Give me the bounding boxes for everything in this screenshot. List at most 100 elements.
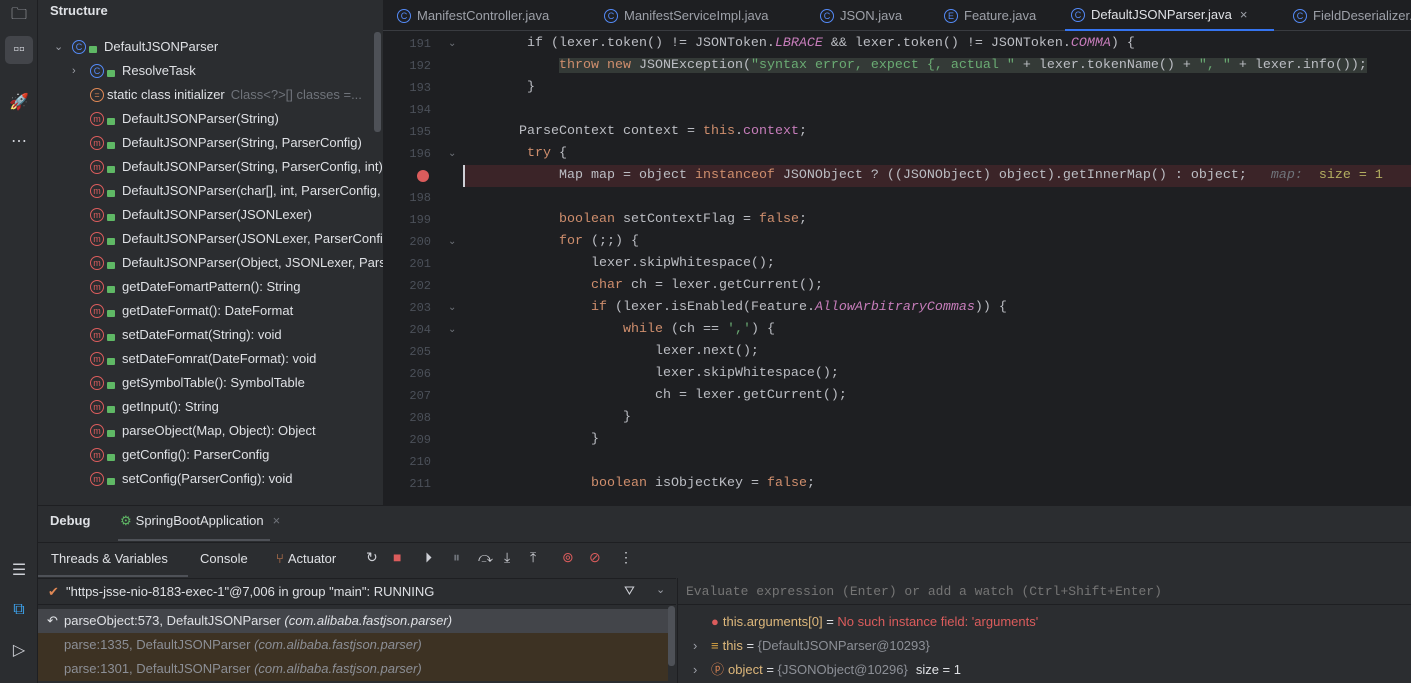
code-token: map: (1246, 168, 1303, 183)
fold-icon[interactable]: ⌄ (448, 297, 456, 319)
step-into-icon[interactable]: ⤓ (504, 549, 510, 566)
tab-console[interactable]: Console (200, 551, 248, 566)
tab-actuator[interactable]: ⑂ Actuator (276, 551, 336, 566)
stack-frame[interactable]: parse:1301, DefaultJSONParser (com.aliba… (38, 657, 668, 681)
code-with-me-icon[interactable]: ⧉ (5, 596, 33, 624)
tree-item[interactable]: m DefaultJSONParser(char[], int, ParserCo… (90, 179, 383, 203)
thread-selector[interactable]: ✔ "https-jsse-nio-8183-exec-1"@7,006 in … (38, 578, 676, 605)
fold-icon[interactable]: ⌄ (448, 319, 456, 341)
fold-icon[interactable]: ⌄ (448, 231, 456, 253)
tree-item[interactable]: m getConfig(): ParserConfig (90, 443, 269, 467)
code-editor[interactable]: if (lexer.token() != JSONToken.LBRACE &&… (463, 32, 1411, 505)
chevron-right-icon[interactable]: › (693, 658, 711, 682)
chevron-right-icon[interactable]: › (693, 634, 711, 658)
tree-item[interactable]: m DefaultJSONParser(String, ParserConfig,… (90, 155, 383, 179)
evaluate-expression-input[interactable] (678, 578, 1411, 605)
code-token: COMMA (1070, 36, 1111, 51)
structure-icon[interactable]: ▫▫ (5, 36, 33, 64)
fold-icon[interactable]: ⌄ (448, 143, 456, 165)
resume-icon[interactable]: ⏵ (425, 549, 432, 566)
tab-json-java[interactable]: C JSON.java (820, 0, 902, 31)
line-number[interactable]: 198 (383, 187, 431, 209)
tab-manifestcontroller-java[interactable]: C ManifestController.java (397, 0, 549, 31)
tab-feature-java[interactable]: E Feature.java (944, 0, 1036, 31)
tree-item[interactable]: m getDateFormat(): DateFormat (90, 299, 293, 323)
tab-fielddeserializer-java[interactable]: C FieldDeserializer.java (1293, 0, 1411, 31)
error-icon: ● (711, 614, 719, 629)
line-number[interactable]: 194 (383, 99, 431, 121)
more-icon[interactable]: ⋮ (619, 549, 633, 566)
line-number[interactable]: 192 (383, 55, 431, 77)
line-number[interactable]: 207 (383, 385, 431, 407)
line-number[interactable]: 191 (383, 33, 431, 55)
stop-icon[interactable]: ■ (393, 549, 401, 565)
more-icon[interactable]: ⋯ (5, 127, 33, 155)
step-out-icon[interactable]: ⤒ (530, 549, 536, 566)
filter-icon[interactable]: ⛛ (624, 583, 635, 599)
fold-icon[interactable]: ⌄ (448, 33, 456, 55)
list-icon[interactable]: ☰ (5, 556, 33, 584)
scrollbar[interactable] (374, 32, 381, 132)
jrebel-icon[interactable]: 🚀 (5, 88, 33, 116)
step-over-icon[interactable]: ⤼ (478, 549, 493, 566)
tree-item[interactable]: › C ResolveTask (72, 59, 196, 83)
breakpoint-icon[interactable] (417, 170, 429, 182)
line-number[interactable]: 201 (383, 253, 431, 275)
line-number[interactable]: 211 (383, 473, 431, 495)
line-number[interactable]: 205 (383, 341, 431, 363)
chevron-right-icon[interactable]: › (72, 59, 90, 83)
pause-icon[interactable]: ⏸ (453, 549, 460, 566)
mute-breakpoints-icon[interactable]: ⊘ (589, 549, 601, 566)
folder-icon[interactable]: 🗀 (5, 2, 33, 30)
rerun-icon[interactable]: ↻ (366, 549, 378, 566)
tree-item[interactable]: m getDateFomartPattern(): String (90, 275, 300, 299)
line-number[interactable]: 206 (383, 363, 431, 385)
stack-frame[interactable]: ↶ parseObject:573, DefaultJSONParser (com… (38, 609, 668, 633)
stack-frame[interactable]: parse:1335, DefaultJSONParser (com.aliba… (38, 633, 668, 657)
tree-item[interactable]: m setDateFormat(String): void (90, 323, 282, 347)
line-number[interactable]: 203 (383, 297, 431, 319)
tree-item[interactable]: m getSymbolTable(): SymbolTable (90, 371, 305, 395)
variable-row[interactable]: › ≡ this = {DefaultJSONParser@10293} (693, 634, 930, 658)
variable-row[interactable]: ● this.arguments[0] = No such instance fi… (711, 610, 1038, 634)
tree-item[interactable]: m DefaultJSONParser(Object, JSONLexer, Pa… (90, 251, 383, 275)
line-number[interactable]: 200 (383, 231, 431, 253)
session-tab[interactable]: ⚙ SpringBootApplication × (120, 513, 280, 529)
tree-item[interactable]: m parseObject(Map, Object): Object (90, 419, 316, 443)
chevron-down-icon[interactable]: ⌄ (656, 583, 665, 596)
close-icon[interactable]: × (1240, 3, 1248, 27)
line-number[interactable]: 204 (383, 319, 431, 341)
tree-item[interactable]: m setDateFomrat(DateFormat): void (90, 347, 316, 371)
run-icon[interactable]: ▷ (5, 636, 33, 664)
method-icon: m (90, 232, 104, 246)
tree-item[interactable]: m DefaultJSONParser(JSONLexer) (90, 203, 312, 227)
tree-item[interactable]: m DefaultJSONParser(String) (90, 107, 279, 131)
line-number[interactable]: 209 (383, 429, 431, 451)
variable-row[interactable]: › ⓟ object = {JSONObject@10296} size = 1 (693, 658, 961, 682)
tab-threads-variables[interactable]: Threads & Variables (51, 551, 168, 566)
frames-scrollbar[interactable] (668, 606, 675, 666)
line-number[interactable]: 210 (383, 451, 431, 473)
method-icon: m (90, 304, 104, 318)
tab-defaultjsonparser-java[interactable]: C DefaultJSONParser.java × (1065, 0, 1274, 31)
line-number[interactable]: 193 (383, 77, 431, 99)
tree-item[interactable]: m setConfig(ParserConfig): void (90, 467, 293, 491)
line-number[interactable]: 199 (383, 209, 431, 231)
chevron-down-icon[interactable]: ⌄ (54, 35, 72, 59)
tree-item[interactable]: m DefaultJSONParser(String, ParserConfig) (90, 131, 362, 155)
line-number[interactable]: 208 (383, 407, 431, 429)
line-number[interactable]: 202 (383, 275, 431, 297)
line-number[interactable]: 195 (383, 121, 431, 143)
tree-item[interactable]: = static class initializer Class<?>[] clas… (90, 83, 362, 107)
tree-item[interactable]: ⌄ C DefaultJSONParser (54, 35, 218, 59)
tree-item[interactable]: m getInput(): String (90, 395, 219, 419)
class-icon: C (604, 8, 618, 23)
view-breakpoints-icon[interactable]: ⊚ (562, 549, 574, 566)
close-icon[interactable]: × (273, 513, 281, 529)
public-icon (107, 237, 115, 245)
tab-manifestserviceimpl-java[interactable]: C ManifestServiceImpl.java (604, 0, 769, 31)
tree-item[interactable]: m DefaultJSONParser(JSONLexer, ParserConf… (90, 227, 383, 251)
line-number[interactable]: 196 (383, 143, 431, 165)
